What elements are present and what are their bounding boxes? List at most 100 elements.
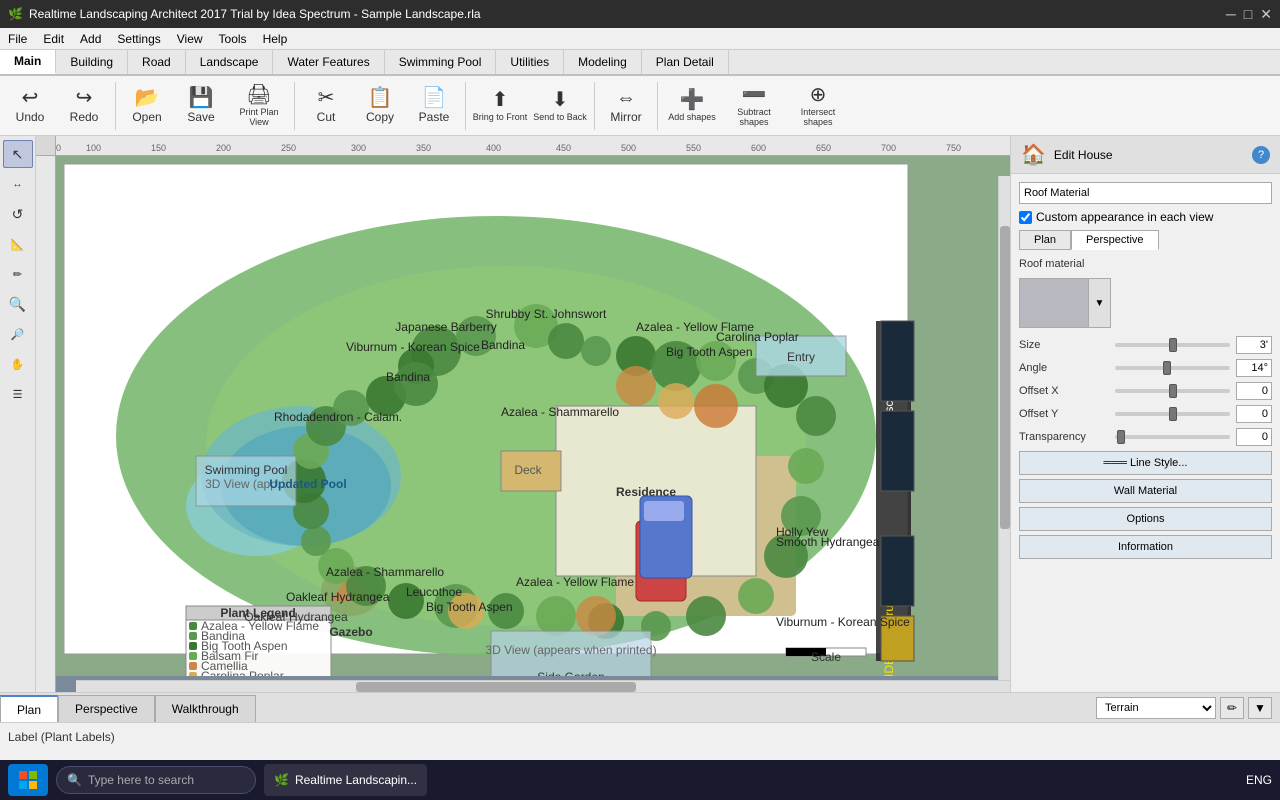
landscape-canvas[interactable]: Entry Swimming Pool 3D View (app... Upda… bbox=[56, 156, 1010, 692]
angle-value[interactable] bbox=[1236, 359, 1272, 377]
mirror-label: Mirror bbox=[610, 110, 641, 124]
tab-building[interactable]: Building bbox=[56, 50, 128, 74]
tab-water-features[interactable]: Water Features bbox=[273, 50, 384, 74]
cut-button[interactable]: ✂ Cut bbox=[300, 79, 352, 133]
horizontal-scrollbar[interactable] bbox=[76, 680, 1010, 692]
pencil-tool[interactable]: ✏ bbox=[3, 260, 33, 288]
bottom-tab-plan[interactable]: Plan bbox=[0, 695, 58, 722]
vertical-scrollbar[interactable] bbox=[998, 176, 1010, 680]
terrain-edit-button[interactable]: ✏ bbox=[1220, 697, 1244, 719]
paste-label: Paste bbox=[419, 110, 450, 124]
wall-material-button[interactable]: Wall Material bbox=[1019, 479, 1272, 503]
pan-tool[interactable]: ↔ bbox=[3, 170, 33, 198]
start-button[interactable] bbox=[8, 764, 48, 796]
copy-icon: 📋 bbox=[368, 88, 393, 108]
save-button[interactable]: 💾 Save bbox=[175, 79, 227, 133]
vertical-scroll-thumb[interactable] bbox=[1000, 226, 1010, 528]
terrain-select[interactable]: Terrain Region 1 Region 2 bbox=[1096, 697, 1216, 719]
tab-modeling[interactable]: Modeling bbox=[564, 50, 642, 74]
offset-y-slider[interactable] bbox=[1115, 412, 1230, 416]
taskbar-search[interactable]: 🔍 Type here to search bbox=[56, 766, 256, 794]
add-shapes-button[interactable]: ➕ Add shapes bbox=[663, 79, 721, 133]
more-tools[interactable]: ☰ bbox=[3, 380, 33, 408]
roof-material-input[interactable] bbox=[1019, 182, 1272, 204]
paste-icon: 📄 bbox=[422, 88, 447, 108]
svg-text:Side Garden: Side Garden bbox=[537, 670, 604, 676]
mirror-button[interactable]: ⇔ Mirror bbox=[600, 79, 652, 133]
tab-utilities[interactable]: Utilities bbox=[496, 50, 564, 74]
hand-tool[interactable]: ✋ bbox=[3, 350, 33, 378]
tab-road[interactable]: Road bbox=[128, 50, 186, 74]
bottom-tab-walkthrough[interactable]: Walkthrough bbox=[155, 695, 256, 722]
subtract-shapes-button[interactable]: ➖ Subtract shapes bbox=[723, 79, 785, 133]
separator-2 bbox=[294, 82, 295, 130]
size-value[interactable] bbox=[1236, 336, 1272, 354]
zoom-in-tool[interactable]: 🔍 bbox=[3, 290, 33, 318]
custom-appearance-row: Custom appearance in each view bbox=[1019, 210, 1272, 224]
roof-preview-row: ▼ bbox=[1019, 278, 1272, 328]
separator-5 bbox=[657, 82, 658, 130]
taskbar-app-landscaping[interactable]: 🌿 Realtime Landscapin... bbox=[264, 764, 427, 796]
tab-plan[interactable]: Plan bbox=[1019, 230, 1071, 250]
tab-plan-detail[interactable]: Plan Detail bbox=[642, 50, 729, 74]
tab-main[interactable]: Main bbox=[0, 50, 56, 74]
taskbar-right: ENG bbox=[1246, 773, 1272, 787]
svg-text:Big Tooth Aspen: Big Tooth Aspen bbox=[666, 345, 753, 359]
help-button[interactable]: ? bbox=[1252, 146, 1270, 164]
canvas-area[interactable]: 0 100 150 200 250 300 350 400 450 500 55… bbox=[36, 136, 1010, 692]
svg-text:Viburnum - Korean Spice: Viburnum - Korean Spice bbox=[346, 340, 480, 354]
svg-text:Japanese Barberry: Japanese Barberry bbox=[395, 320, 496, 334]
copy-button[interactable]: 📋 Copy bbox=[354, 79, 406, 133]
send-to-back-button[interactable]: ⬇ Send to Back bbox=[531, 79, 589, 133]
select-tool[interactable]: ↖ bbox=[3, 140, 33, 168]
window-controls[interactable]: ─ □ ✕ bbox=[1226, 6, 1272, 23]
tab-landscape[interactable]: Landscape bbox=[186, 50, 274, 74]
menu-view[interactable]: View bbox=[169, 30, 211, 48]
open-button[interactable]: 📂 Open bbox=[121, 79, 173, 133]
offset-x-value[interactable] bbox=[1236, 382, 1272, 400]
offset-x-slider[interactable] bbox=[1115, 389, 1230, 393]
paste-button[interactable]: 📄 Paste bbox=[408, 79, 460, 133]
options-button[interactable]: Options bbox=[1019, 507, 1272, 531]
measure-tool[interactable]: 📐 bbox=[3, 230, 33, 258]
zoom-out-tool[interactable]: 🔎 bbox=[3, 320, 33, 348]
size-slider[interactable] bbox=[1115, 343, 1230, 347]
minimize-button[interactable]: ─ bbox=[1226, 6, 1236, 23]
menu-file[interactable]: File bbox=[0, 30, 35, 48]
undo-button[interactable]: ↩ Undo bbox=[4, 79, 56, 133]
information-button[interactable]: Information bbox=[1019, 535, 1272, 559]
menu-help[interactable]: Help bbox=[255, 30, 296, 48]
tab-perspective[interactable]: Perspective bbox=[1071, 230, 1158, 250]
offset-y-value[interactable] bbox=[1236, 405, 1272, 423]
angle-slider[interactable] bbox=[1115, 366, 1230, 370]
transparency-slider[interactable] bbox=[1115, 435, 1230, 439]
line-style-button[interactable]: ═══ Line Style... bbox=[1019, 451, 1272, 475]
redo-icon: ↪ bbox=[76, 88, 93, 108]
search-icon: 🔍 bbox=[67, 773, 82, 787]
search-placeholder: Type here to search bbox=[88, 773, 194, 787]
menu-edit[interactable]: Edit bbox=[35, 30, 72, 48]
terrain-dropdown-button[interactable]: ▼ bbox=[1248, 697, 1272, 719]
close-button[interactable]: ✕ bbox=[1260, 6, 1272, 23]
print-button[interactable]: 🖨 Print Plan View bbox=[229, 79, 289, 133]
menu-add[interactable]: Add bbox=[72, 30, 109, 48]
redo-button[interactable]: ↪ Redo bbox=[58, 79, 110, 133]
roof-material-row bbox=[1019, 182, 1272, 204]
tab-swimming-pool[interactable]: Swimming Pool bbox=[385, 50, 497, 74]
bottom-tab-perspective[interactable]: Perspective bbox=[58, 695, 155, 722]
horizontal-scroll-thumb[interactable] bbox=[356, 682, 636, 692]
transparency-value[interactable] bbox=[1236, 428, 1272, 446]
maximize-button[interactable]: □ bbox=[1244, 6, 1252, 23]
svg-text:Updated Pool: Updated Pool bbox=[269, 477, 346, 491]
intersect-shapes-button[interactable]: ⊕ Intersect shapes bbox=[787, 79, 849, 133]
menu-settings[interactable]: Settings bbox=[109, 30, 168, 48]
copy-label: Copy bbox=[366, 110, 394, 124]
roof-material-dropdown-button[interactable]: ▼ bbox=[1089, 278, 1111, 328]
menu-tools[interactable]: Tools bbox=[211, 30, 255, 48]
bring-to-front-button[interactable]: ⬆ Bring to Front bbox=[471, 79, 529, 133]
custom-appearance-checkbox[interactable] bbox=[1019, 211, 1032, 224]
bottom-right-controls: Terrain Region 1 Region 2 ✏ ▼ bbox=[1096, 693, 1280, 722]
taskbar-lang: ENG bbox=[1246, 773, 1272, 787]
rotate-tool[interactable]: ↺ bbox=[3, 200, 33, 228]
offset-x-row: Offset X bbox=[1019, 382, 1272, 400]
